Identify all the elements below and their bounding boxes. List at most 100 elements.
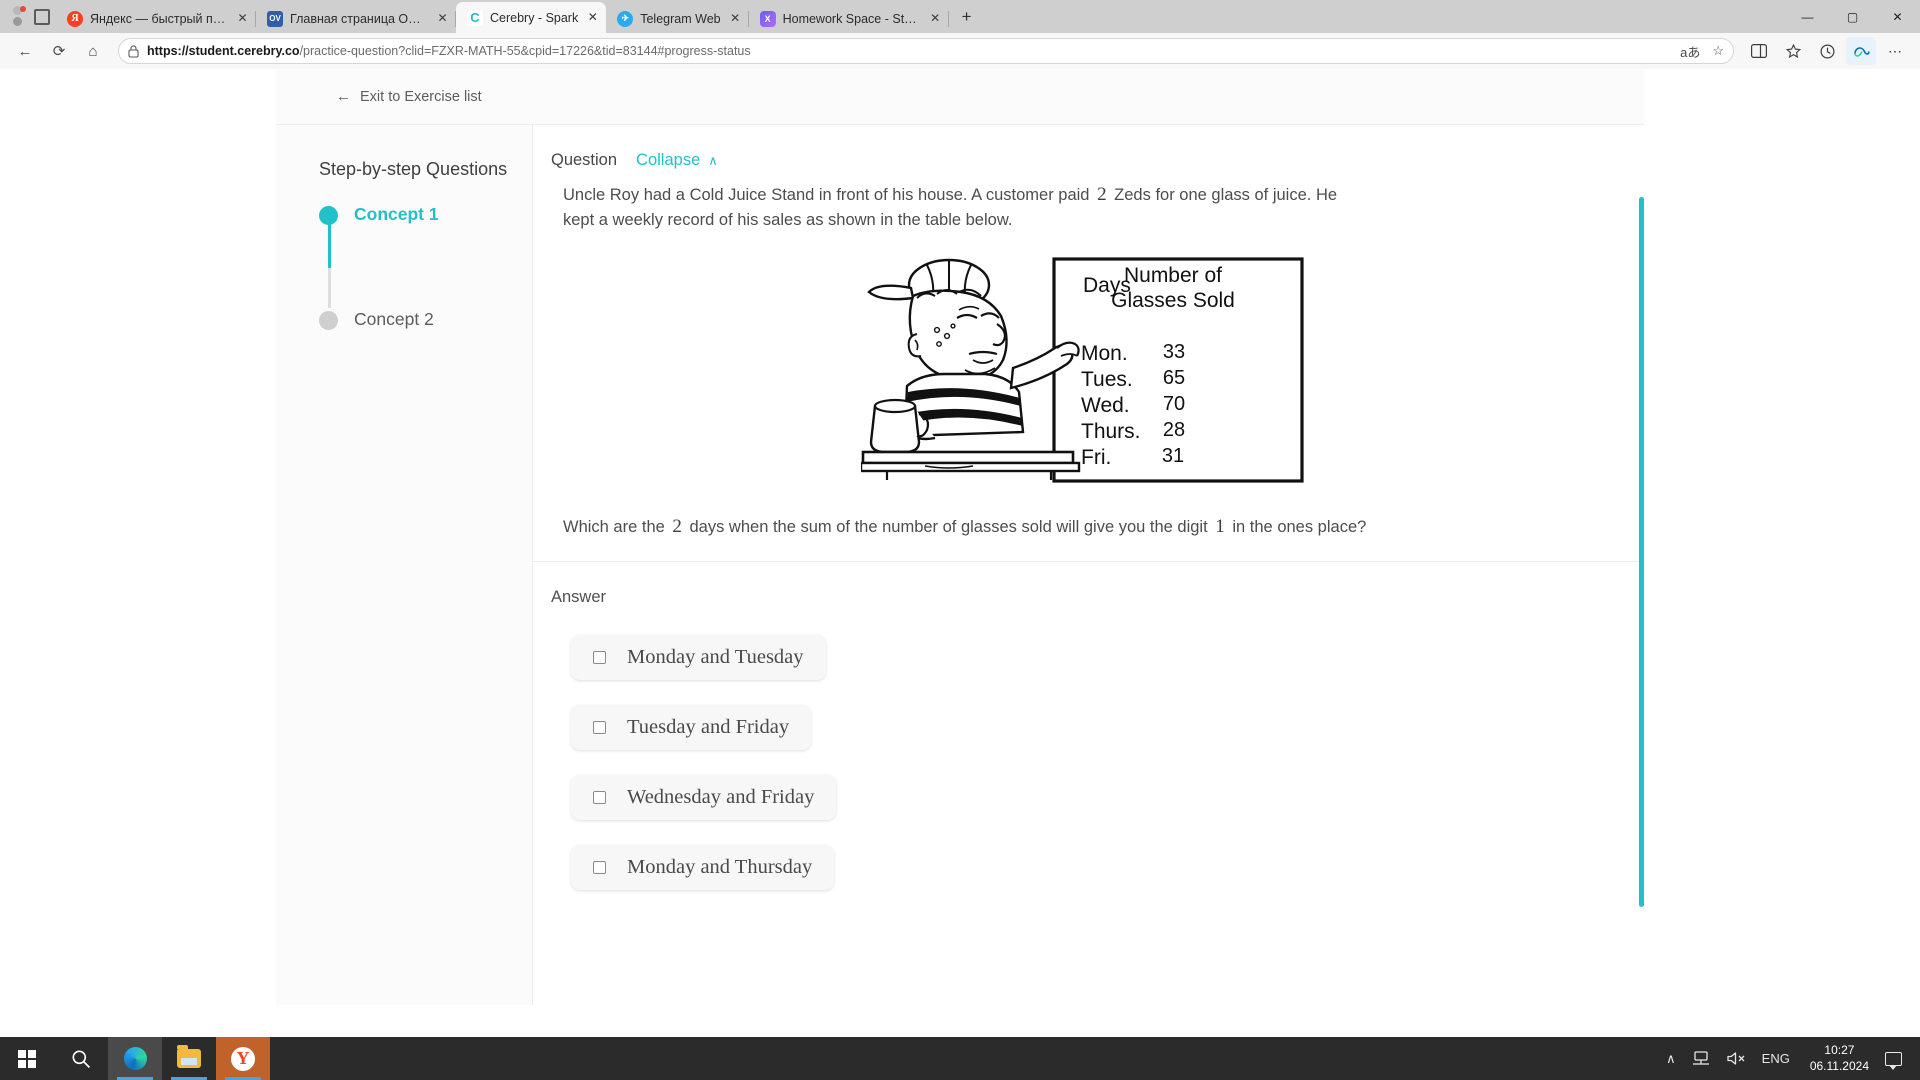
collapse-toggle[interactable]: Collapse ∧ — [636, 151, 718, 170]
copilot-icon[interactable] — [1846, 37, 1876, 65]
tab-actions-icon[interactable] — [34, 8, 50, 25]
tab-close-icon[interactable]: ✕ — [235, 11, 250, 26]
edge-icon[interactable] — [108, 1037, 162, 1080]
volume-muted-icon[interactable] — [1718, 1051, 1754, 1066]
checkbox-icon[interactable] — [593, 651, 606, 665]
cerebry-practice-page: ← Exit to Exercise list Step-by-step Que… — [276, 69, 1644, 1005]
prompt-inline-number-2: 1 — [1215, 516, 1225, 538]
question-figure: Days Number of Glasses Sold Mon. 33 Tues… — [859, 252, 1305, 485]
browser-tab-0[interactable]: Я Яндекс — быстрый поиск в инте ✕ — [56, 4, 256, 33]
tab-close-icon[interactable]: ✕ — [435, 11, 450, 26]
svg-text:Thurs.: Thurs. — [1081, 420, 1141, 443]
address-bar[interactable]: https://student.cerebry.co/practice-ques… — [118, 38, 1734, 64]
tab-title: Яндекс — быстрый поиск в инте — [90, 11, 228, 26]
tray-expand-icon[interactable]: ∧ — [1658, 1051, 1684, 1067]
history-icon[interactable] — [1812, 37, 1842, 65]
system-tray: ∧ ENG 10:27 06.11.2024 — [1658, 1043, 1920, 1074]
exit-link-label: Exit to Exercise list — [360, 88, 482, 105]
svg-text:Fri.: Fri. — [1081, 446, 1111, 469]
svg-text:33: 33 — [1162, 341, 1184, 363]
url-host: https://student.cerebry.co — [147, 44, 300, 58]
figure-wrapper: Days Number of Glasses Sold Mon. 33 Tues… — [551, 252, 1614, 485]
svg-text:31: 31 — [1161, 445, 1183, 467]
svg-text:Wed.: Wed. — [1081, 394, 1130, 417]
network-icon[interactable] — [1684, 1051, 1718, 1066]
checkbox-icon[interactable] — [593, 861, 606, 875]
checkbox-icon[interactable] — [593, 791, 606, 805]
answer-option-label: Wednesday and Friday — [627, 786, 815, 809]
stepper-connector-line — [328, 223, 331, 308]
navigation-bar: ← ⟳ ⌂ https://student.cerebry.co/practic… — [0, 33, 1920, 69]
settings-more-icon[interactable]: ⋯ — [1880, 37, 1910, 65]
question-text-part1: Uncle Roy had a Cold Juice Stand in fron… — [563, 186, 1090, 204]
clock-date: 06.11.2024 — [1809, 1058, 1869, 1073]
split-screen-icon[interactable] — [1744, 37, 1774, 65]
favorite-star-icon[interactable]: ☆ — [1712, 43, 1724, 59]
exit-to-exercise-list-link[interactable]: ← Exit to Exercise list — [336, 88, 482, 105]
answer-options-list: Monday and Tuesday Tuesday and Friday We… — [551, 635, 1614, 891]
telegram-icon: ✈ — [617, 10, 634, 27]
tab-title: Cerebry - Spark — [490, 10, 579, 25]
answer-option-label: Tuesday and Friday — [627, 716, 790, 739]
sidebar-title: Step-by-step Questions — [319, 159, 508, 179]
page-scrollbar-thumb[interactable] — [1639, 197, 1644, 907]
home-icon[interactable]: ⌂ — [78, 37, 108, 65]
minimize-button[interactable]: — — [1785, 0, 1830, 33]
page-topbar: ← Exit to Exercise list — [276, 69, 1644, 125]
windows-taskbar: Y ∧ ENG 10:27 06.11.2024 — [0, 1037, 1920, 1080]
taskbar-clock[interactable]: 10:27 06.11.2024 — [1798, 1043, 1881, 1074]
step-dot-pending-icon — [319, 310, 338, 330]
step-dot-completed-icon — [319, 205, 338, 225]
answer-option-1[interactable]: Tuesday and Friday — [571, 705, 812, 751]
taskbar-apps: Y — [0, 1037, 270, 1080]
juice-stand-illustration: Days Number of Glasses Sold Mon. 33 Tues… — [859, 252, 1305, 485]
checkbox-icon[interactable] — [593, 721, 606, 735]
chevron-up-icon: ∧ — [708, 152, 718, 168]
ovg-icon: OV — [267, 10, 283, 27]
answer-option-3[interactable]: Monday and Thursday — [571, 845, 835, 891]
refresh-icon[interactable]: ⟳ — [44, 37, 74, 65]
maximize-button[interactable]: ▢ — [1830, 0, 1875, 33]
browser-tab-1[interactable]: OV Главная страница OVGorskiy ✕ — [256, 4, 456, 33]
yandex-icon: Я — [67, 10, 83, 27]
prompt-part2: days when the sum of the number of glass… — [689, 518, 1208, 537]
yandex-browser-icon[interactable]: Y — [216, 1037, 270, 1080]
url-path: /practice-question?clid=FZXR-MATH-55&cpi… — [299, 44, 751, 58]
close-window-button[interactable]: ✕ — [1875, 0, 1920, 33]
tab-close-icon[interactable]: ✕ — [728, 11, 743, 26]
tab-close-icon[interactable]: ✕ — [585, 10, 600, 25]
answer-option-label: Monday and Thursday — [627, 856, 813, 879]
tab-close-icon[interactable]: ✕ — [928, 11, 943, 26]
page-viewport: ← Exit to Exercise list Step-by-step Que… — [0, 69, 1920, 1037]
question-header: Question Collapse ∧ — [551, 151, 1614, 170]
browser-window: Я Яндекс — быстрый поиск в инте ✕ OV Гла… — [0, 0, 1920, 1037]
profile-dots-icon[interactable] — [10, 5, 26, 28]
favorites-icon[interactable] — [1778, 37, 1808, 65]
language-indicator[interactable]: ENG — [1754, 1051, 1798, 1066]
browser-tab-3[interactable]: ✈ Telegram Web ✕ — [606, 4, 749, 33]
browser-tab-4[interactable]: X Homework Space - StudyX ✕ — [749, 4, 949, 33]
sidebar-item-label: Concept 2 — [354, 308, 434, 329]
page-body: Step-by-step Questions Concept 1 Concept… — [276, 125, 1644, 1005]
question-inline-number-1: 2 — [1097, 184, 1107, 205]
sidebar: Step-by-step Questions Concept 1 Concept… — [276, 125, 532, 1005]
collapse-label: Collapse — [636, 151, 701, 169]
sidebar-item-concept-1[interactable]: Concept 1 — [319, 202, 532, 308]
notification-icon[interactable] — [1885, 1051, 1902, 1070]
back-arrow-icon: ← — [336, 88, 351, 105]
clock-time: 10:27 — [1824, 1042, 1855, 1057]
file-explorer-icon[interactable] — [162, 1037, 216, 1080]
new-tab-button[interactable]: + — [953, 3, 981, 31]
back-icon[interactable]: ← — [10, 37, 40, 65]
search-icon[interactable] — [54, 1037, 108, 1080]
start-icon[interactable] — [0, 1037, 54, 1080]
tab-title: Главная страница OVGorskiy — [290, 11, 428, 26]
question-label: Question — [551, 151, 618, 169]
question-section: Question Collapse ∧ Uncle Roy had a Cold… — [533, 125, 1644, 563]
tab-strip-system-controls — [4, 0, 56, 33]
translate-icon[interactable]: aあ — [1680, 42, 1700, 61]
answer-option-2[interactable]: Wednesday and Friday — [571, 775, 837, 821]
sidebar-item-concept-2[interactable]: Concept 2 — [319, 307, 532, 330]
answer-option-0[interactable]: Monday and Tuesday — [571, 635, 826, 681]
browser-tab-2-active[interactable]: C Cerebry - Spark ✕ — [456, 2, 607, 33]
